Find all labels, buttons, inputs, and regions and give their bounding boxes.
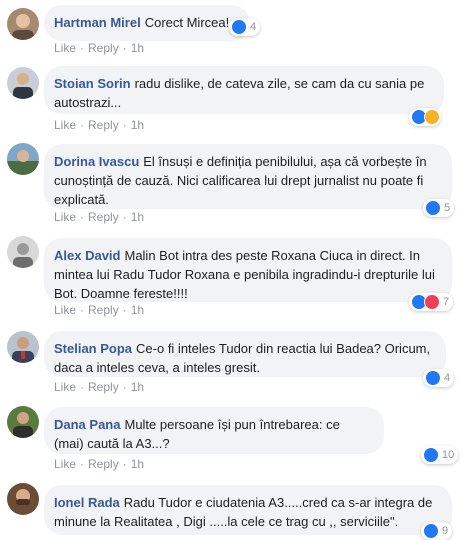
reply-link[interactable]: Reply [88,457,119,471]
reply-link[interactable]: Reply [88,210,119,224]
comment-text: Corect Mircea! [144,15,230,30]
comment-author[interactable]: Alex David [54,248,120,263]
reaction-number: 4 [250,21,257,33]
separator: · [122,41,127,55]
comment-bubble: Hartman Mirel Corect Mircea! [44,5,250,41]
reply-link[interactable]: Reply [88,303,119,317]
timestamp[interactable]: 1h [131,118,144,132]
comment-actions: Like · Reply · 1h [54,379,144,395]
timestamp[interactable]: 1h [131,41,144,55]
reaction-count[interactable]: 7 [409,293,454,311]
separator: · [122,380,127,394]
separator: · [80,41,85,55]
separator: · [122,457,127,471]
comment-bubble: Stelian Popa Ce-o fi inteles Tudor din re… [44,331,446,377]
reaction-number: 7 [443,296,450,308]
avatar[interactable] [7,236,39,268]
comment-author[interactable]: Dana Pana [54,417,120,432]
comment-bubble: Alex David Malin Bot intra des peste Roxa… [44,238,452,302]
reaction-number: 4 [444,372,451,384]
comment-author[interactable]: Stoian Sorin [54,76,131,91]
separator: · [122,118,127,132]
separator: · [80,457,85,471]
comment-bubble: Ionel Rada Radu Tudor e ciudatenia A3....… [44,485,452,535]
comment-bubble: Dana Pana Multe persoane își pun întrebar… [44,407,384,454]
comment-author[interactable]: Ionel Rada [54,495,120,510]
reply-link[interactable]: Reply [88,380,119,394]
timestamp[interactable]: 1h [131,210,144,224]
separator: · [80,210,85,224]
like-link[interactable]: Like [54,41,76,55]
avatar[interactable] [7,8,39,40]
reaction-count[interactable] [409,108,441,126]
timestamp[interactable]: 1h [131,457,144,471]
like-icon [423,523,439,539]
avatar[interactable] [7,331,39,363]
haha-icon [424,109,440,125]
reaction-number: 9 [442,525,449,537]
avatar[interactable] [7,143,39,175]
separator: · [80,380,85,394]
avatar[interactable] [7,483,39,515]
reaction-count[interactable]: 10 [421,446,459,464]
timestamp[interactable]: 1h [131,380,144,394]
reaction-count[interactable]: 4 [229,18,261,36]
comment-author[interactable]: Hartman Mirel [54,15,141,30]
timestamp[interactable]: 1h [131,303,144,317]
like-link[interactable]: Like [54,118,76,132]
separator: · [122,210,127,224]
like-icon [231,19,247,35]
comment-bubble: Dorina Ivascu El însuși e definiția penib… [44,144,452,209]
comment-author[interactable]: Stelian Popa [54,341,132,356]
reaction-number: 5 [444,202,451,214]
comment-bubble: Stoian Sorin radu dislike, de cateva zile… [44,66,444,114]
avatar[interactable] [7,67,39,99]
like-link[interactable]: Like [54,457,76,471]
comment-actions: Like · Reply · 1h [54,302,144,318]
like-link[interactable]: Like [54,210,76,224]
comment-actions: Like · Reply · 1h [54,209,144,225]
separator: · [122,303,127,317]
avatar[interactable] [7,406,39,438]
reaction-number: 10 [442,449,455,461]
comment-author[interactable]: Dorina Ivascu [54,154,139,169]
comment-actions: Like · Reply · 1h [54,456,144,472]
like-icon [425,370,441,386]
reaction-count[interactable]: 4 [423,369,455,387]
like-link[interactable]: Like [54,303,76,317]
comment-actions: Like · Reply · 1h [54,40,144,56]
reaction-count[interactable]: 9 [421,522,453,540]
comment-actions: Like · Reply · 1h [54,117,144,133]
love-icon [424,294,440,310]
like-icon [425,200,441,216]
separator: · [80,303,85,317]
separator: · [80,118,85,132]
reply-link[interactable]: Reply [88,118,119,132]
like-icon [423,447,439,463]
reaction-count[interactable]: 5 [423,199,455,217]
reply-link[interactable]: Reply [88,41,119,55]
like-link[interactable]: Like [54,380,76,394]
